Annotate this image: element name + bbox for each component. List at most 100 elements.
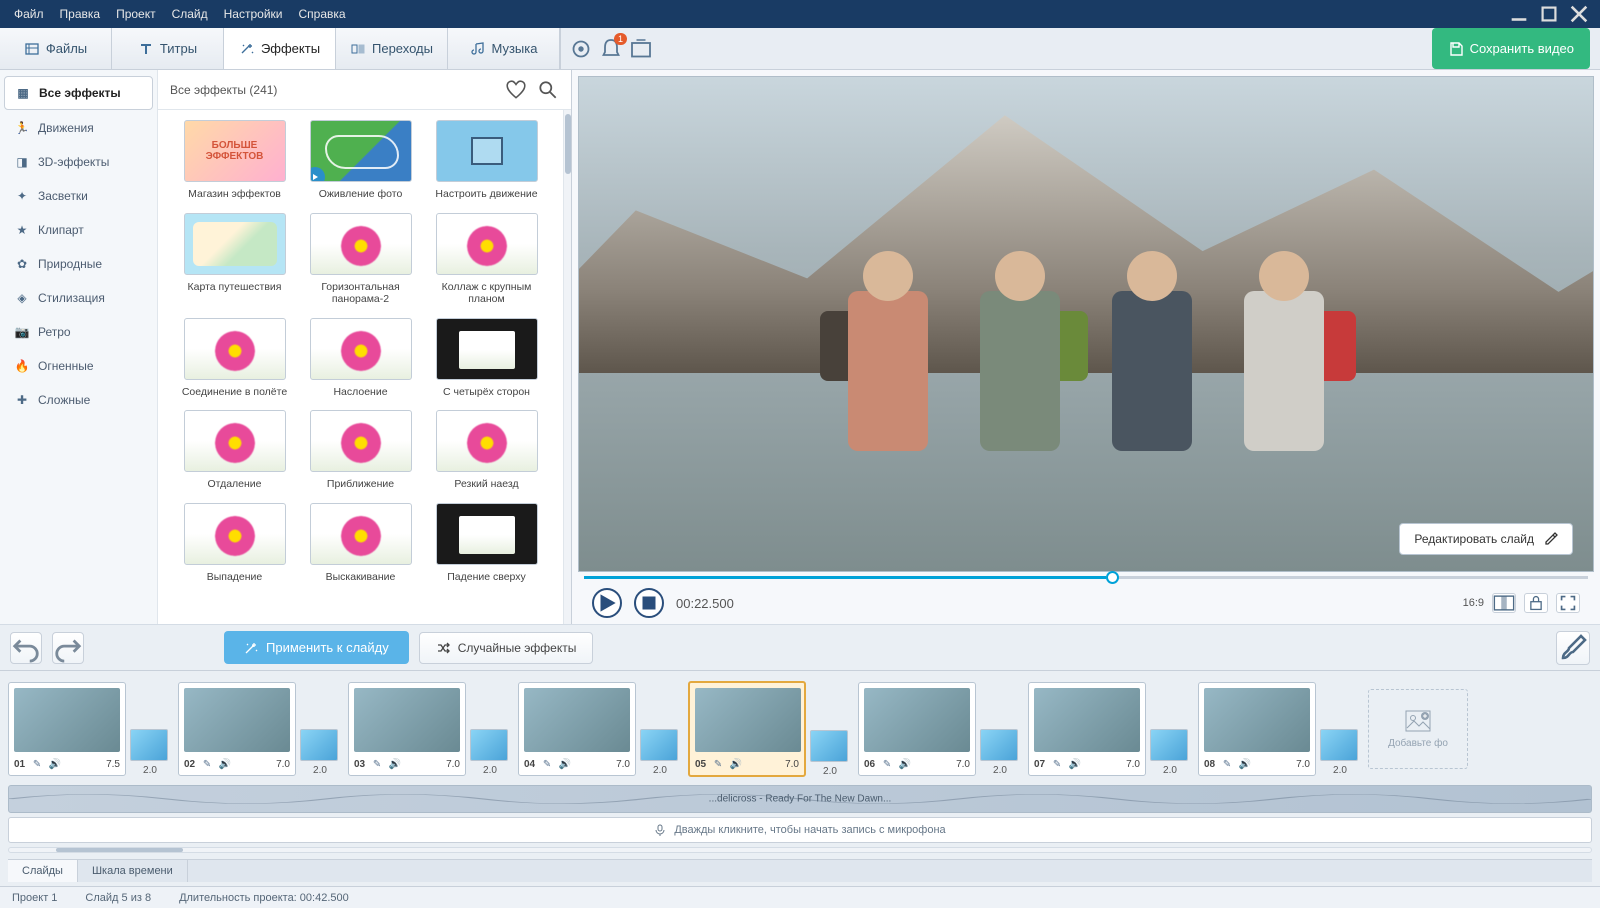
- menu-help[interactable]: Справка: [290, 3, 353, 25]
- sound-icon[interactable]: 🔊: [730, 758, 742, 770]
- sound-icon[interactable]: 🔊: [1069, 758, 1081, 770]
- edit-slide-button[interactable]: Редактировать слайд: [1399, 523, 1573, 555]
- effect-item[interactable]: Горизонтальная панорама-2: [306, 213, 416, 306]
- transition-item[interactable]: 2.0: [980, 729, 1020, 776]
- category-camera[interactable]: ◈Стилизация: [4, 282, 153, 314]
- seek-thumb[interactable]: [1106, 571, 1119, 584]
- tab-music[interactable]: Музыка: [448, 28, 560, 69]
- notification-icon[interactable]: 1: [599, 37, 623, 61]
- add-photo-button[interactable]: Добавьте фо: [1368, 689, 1468, 769]
- category-leaf[interactable]: ✿Природные: [4, 248, 153, 280]
- undo-button[interactable]: [10, 632, 42, 664]
- view-tab-timeline[interactable]: Шкала времени: [78, 860, 188, 882]
- search-icon[interactable]: [537, 79, 559, 101]
- effect-item[interactable]: Падение сверху: [432, 503, 542, 584]
- transition-item[interactable]: 2.0: [1320, 729, 1360, 776]
- transition-item[interactable]: 2.0: [640, 729, 680, 776]
- sound-icon[interactable]: 🔊: [49, 758, 61, 770]
- apply-to-slide-button[interactable]: Применить к слайду: [224, 631, 409, 664]
- category-grid[interactable]: ▦Все эффекты: [4, 76, 153, 110]
- sound-icon[interactable]: 🔊: [389, 758, 401, 770]
- menu-edit[interactable]: Правка: [52, 3, 109, 25]
- tab-effects[interactable]: Эффекты: [224, 28, 336, 69]
- slide-card[interactable]: 03✎🔊7.0: [348, 682, 466, 776]
- category-star[interactable]: ★Клипарт: [4, 214, 153, 246]
- effect-item[interactable]: Коллаж с крупным планом: [432, 213, 542, 306]
- tab-titles[interactable]: Титры: [112, 28, 224, 69]
- pencil-icon[interactable]: ✎: [1051, 758, 1063, 770]
- scrollbar-thumb[interactable]: [565, 114, 571, 174]
- effect-item[interactable]: Приближение: [306, 410, 416, 491]
- effect-item[interactable]: Соединение в полёте: [180, 318, 290, 399]
- pencil-icon[interactable]: ✎: [201, 758, 213, 770]
- category-sparkle[interactable]: ✦Засветки: [4, 180, 153, 212]
- view-tab-slides[interactable]: Слайды: [8, 860, 78, 882]
- record-track[interactable]: Дважды кликните, чтобы начать запись с м…: [8, 817, 1592, 843]
- transition-item[interactable]: 2.0: [470, 729, 510, 776]
- redo-button[interactable]: [52, 632, 84, 664]
- transition-item[interactable]: 2.0: [1150, 729, 1190, 776]
- sound-icon[interactable]: 🔊: [1239, 758, 1251, 770]
- favorite-icon[interactable]: [505, 79, 527, 101]
- effect-item[interactable]: Оживление фото: [306, 120, 416, 201]
- timeline-scrollbar[interactable]: [8, 847, 1592, 853]
- audio-track[interactable]: ...delicross - Ready For The New Dawn...: [8, 785, 1592, 813]
- slide-card[interactable]: 07✎🔊7.0: [1028, 682, 1146, 776]
- category-fire[interactable]: 🔥Огненные: [4, 350, 153, 382]
- sound-icon[interactable]: 🔊: [219, 758, 231, 770]
- preview-seekbar[interactable]: [578, 572, 1594, 582]
- effect-item[interactable]: Карта путешествия: [180, 213, 290, 306]
- effect-item[interactable]: Выскакивание: [306, 503, 416, 584]
- effect-item[interactable]: Резкий наезд: [432, 410, 542, 491]
- brush-button[interactable]: [1556, 631, 1590, 665]
- slide-card[interactable]: 01✎🔊7.5: [8, 682, 126, 776]
- maximize-button[interactable]: [1534, 3, 1564, 25]
- effect-item[interactable]: БОЛЬШЕЭФФЕКТОВМагазин эффектов: [180, 120, 290, 201]
- effect-item[interactable]: Выпадение: [180, 503, 290, 584]
- pencil-icon[interactable]: ✎: [1221, 758, 1233, 770]
- minimize-button[interactable]: [1504, 3, 1534, 25]
- effect-item[interactable]: Отдаление: [180, 410, 290, 491]
- save-video-button[interactable]: Сохранить видео: [1432, 28, 1590, 69]
- category-camera2[interactable]: 📷Ретро: [4, 316, 153, 348]
- category-cube[interactable]: ◨3D-эффекты: [4, 146, 153, 178]
- pencil-icon[interactable]: ✎: [881, 758, 893, 770]
- transition-item[interactable]: 2.0: [300, 729, 340, 776]
- tab-transitions[interactable]: Переходы: [336, 28, 448, 69]
- slide-card[interactable]: 05✎🔊7.0: [688, 681, 806, 777]
- effect-item[interactable]: С четырёх сторон: [432, 318, 542, 399]
- menu-file[interactable]: Файл: [6, 3, 52, 25]
- slide-card[interactable]: 02✎🔊7.0: [178, 682, 296, 776]
- pencil-icon[interactable]: ✎: [541, 758, 553, 770]
- close-button[interactable]: [1564, 3, 1594, 25]
- transition-item[interactable]: 2.0: [130, 729, 170, 776]
- slide-card[interactable]: 06✎🔊7.0: [858, 682, 976, 776]
- settings-icon[interactable]: [569, 37, 593, 61]
- sound-icon[interactable]: 🔊: [899, 758, 911, 770]
- play-button[interactable]: [592, 588, 622, 618]
- menu-slide[interactable]: Слайд: [164, 3, 216, 25]
- library-icon[interactable]: [629, 37, 653, 61]
- slide-card[interactable]: 08✎🔊7.0: [1198, 682, 1316, 776]
- lock-icon[interactable]: [1524, 593, 1548, 613]
- category-puzzle[interactable]: ✚Сложные: [4, 384, 153, 416]
- effect-item[interactable]: Настроить движение: [432, 120, 542, 201]
- pencil-icon[interactable]: ✎: [712, 758, 724, 770]
- effect-thumb: [436, 503, 538, 565]
- aspect-select-icon[interactable]: [1492, 593, 1516, 613]
- preview-canvas[interactable]: Редактировать слайд: [578, 76, 1594, 572]
- menu-settings[interactable]: Настройки: [216, 3, 291, 25]
- sound-icon[interactable]: 🔊: [559, 758, 571, 770]
- stop-button[interactable]: [634, 588, 664, 618]
- slide-card[interactable]: 04✎🔊7.0: [518, 682, 636, 776]
- tab-files[interactable]: Файлы: [0, 28, 112, 69]
- pencil-icon[interactable]: ✎: [31, 758, 43, 770]
- pencil-icon[interactable]: ✎: [371, 758, 383, 770]
- random-effects-button[interactable]: Случайные эффекты: [419, 632, 594, 664]
- transition-item[interactable]: 2.0: [810, 730, 850, 777]
- menu-project[interactable]: Проект: [108, 3, 164, 25]
- effects-scrollbar[interactable]: [563, 110, 571, 624]
- category-run[interactable]: 🏃Движения: [4, 112, 153, 144]
- effect-item[interactable]: Наслоение: [306, 318, 416, 399]
- fullscreen-icon[interactable]: [1556, 593, 1580, 613]
